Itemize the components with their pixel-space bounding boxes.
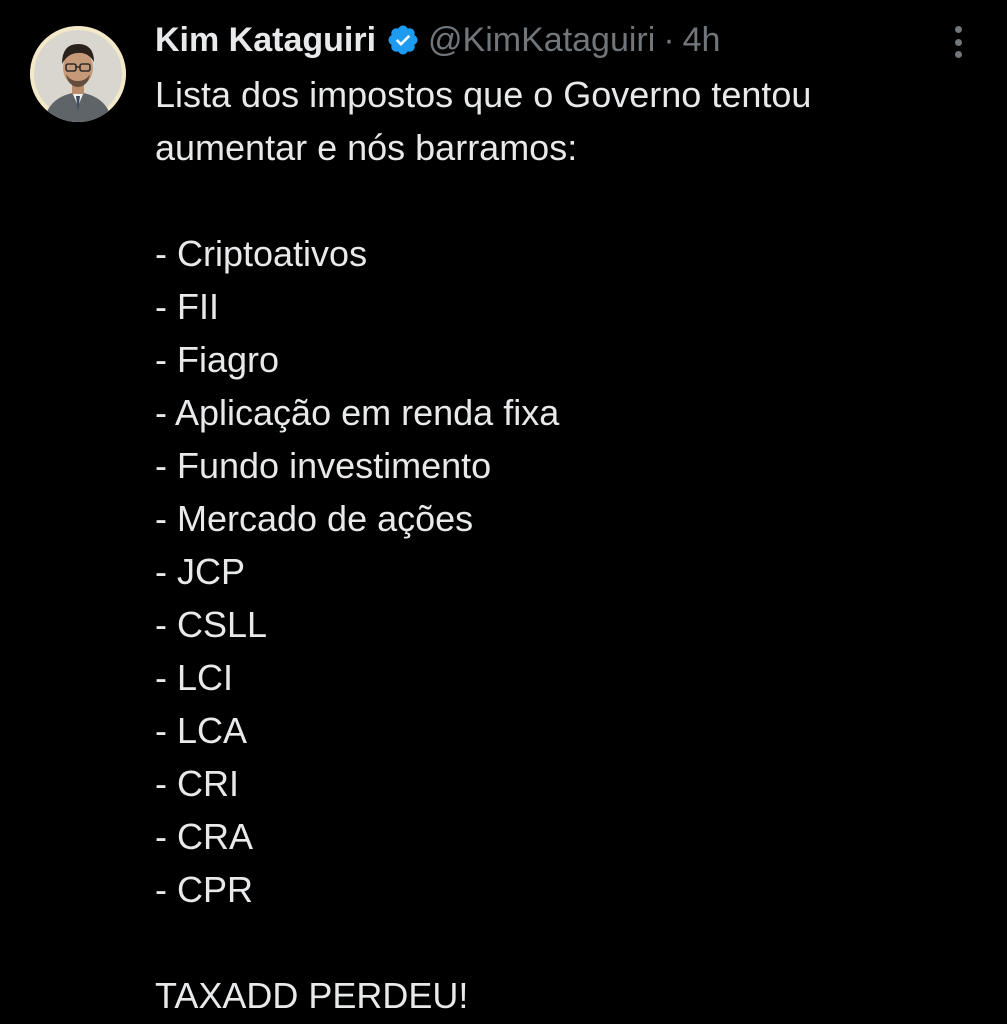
more-dot [954, 51, 962, 58]
tweet-text: Lista dos impostos que o Governo tentou … [155, 68, 975, 1022]
tweet: Kim Kataguiri @KimKataguiri · 4h Lista d… [0, 0, 1007, 1024]
list-item: - CPR [155, 869, 253, 910]
author-display-name[interactable]: Kim Kataguiri [155, 21, 376, 60]
list-item: - Aplicação em renda fixa [155, 392, 560, 433]
tweet-timestamp[interactable]: 4h [683, 21, 721, 60]
author-handle[interactable]: @KimKataguiri [428, 21, 655, 60]
list-item: - FII [155, 286, 219, 327]
list-item: - Fiagro [155, 339, 280, 380]
avatar-image [30, 26, 126, 122]
separator-dot: · [663, 20, 675, 59]
verified-badge-icon[interactable] [386, 23, 420, 57]
tweet-header: Kim Kataguiri @KimKataguiri · 4h [155, 16, 720, 64]
list-item: - Fundo investimento [155, 445, 492, 486]
tweet-intro-line: Lista dos impostos que o Governo tentou [155, 74, 812, 115]
more-dot [954, 38, 962, 46]
more-dot [954, 26, 962, 33]
more-vertical-icon[interactable] [940, 22, 976, 62]
tweet-intro-line: aumentar e nós barramos: [155, 127, 578, 168]
list-item: - Mercado de ações [155, 498, 474, 539]
list-item: - CRA [155, 816, 253, 857]
avatar[interactable] [30, 26, 126, 122]
tweet-closing-line: TAXADD PERDEU! [155, 975, 469, 1016]
list-item: - JCP [155, 551, 245, 592]
list-item: - LCI [155, 657, 234, 698]
list-item: - LCA [155, 710, 248, 751]
list-item: - Criptoativos [155, 233, 368, 274]
list-item: - CRI [155, 763, 239, 804]
list-item: - CSLL [155, 604, 268, 645]
